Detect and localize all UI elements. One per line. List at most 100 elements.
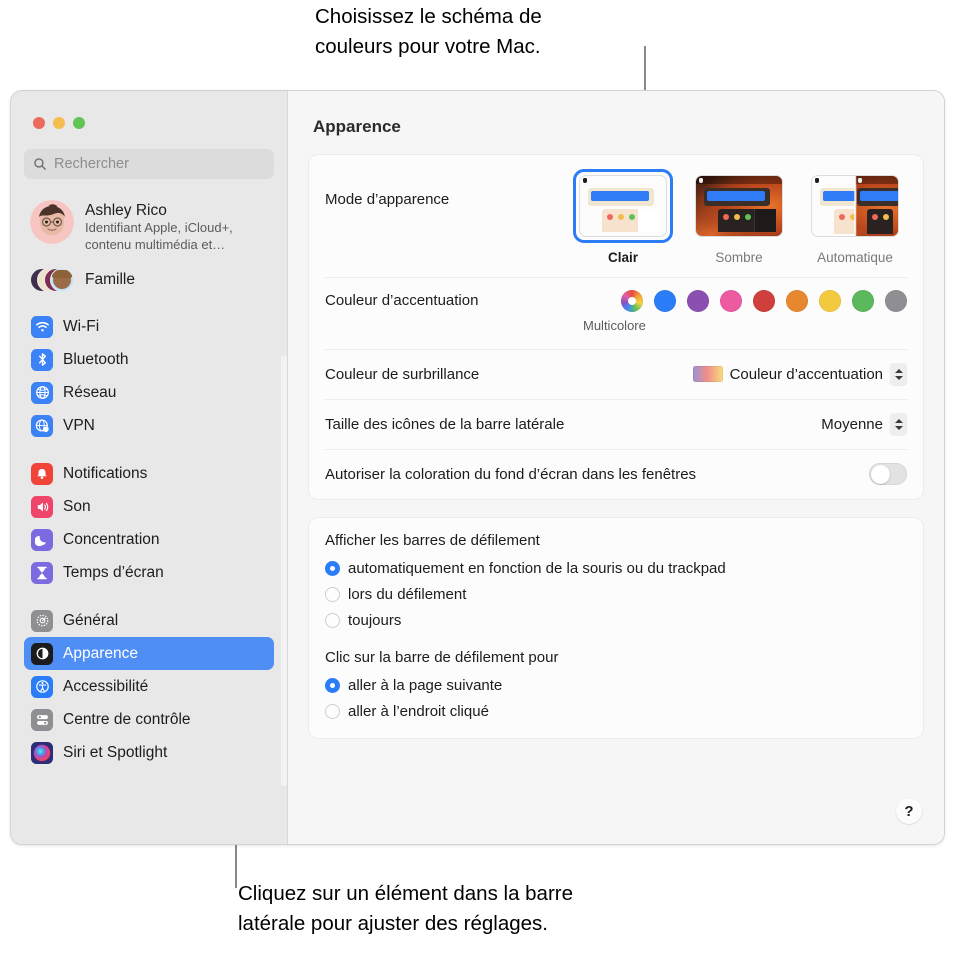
sidebar: Ashley Rico Identifiant Apple, iCloud+, … [11,91,288,844]
sidebar-item-focus[interactable]: Concentration [24,523,274,556]
light-thumb-frame [573,169,673,243]
show-scrollbars-option-always[interactable]: toujours [325,607,907,633]
sidebar-group-system: Notifications Son Concentration Temps d’… [11,457,287,589]
sidebar-icon-size-popup[interactable]: Moyenne [821,413,907,435]
highlight-color-popup[interactable]: Couleur d’accentuation [692,363,907,385]
sidebar-item-siri-spotlight[interactable]: Siri et Spotlight [24,736,274,769]
radio-label: aller à la page suivante [348,676,503,694]
sidebar-item-vpn[interactable]: VPN [24,409,274,442]
account-row[interactable]: Ashley Rico Identifiant Apple, iCloud+, … [24,196,274,257]
screenshot-root: Choisissez le schéma de couleurs pour vo… [0,0,955,955]
dark-thumb-frame [689,169,789,243]
accent-color-swatches [621,289,907,312]
sidebar-item-control-center[interactable]: Centre de contrôle [24,703,274,736]
highlight-color-label: Couleur de surbrillance [325,365,480,383]
click-scrollbar-title: Clic sur la barre de défilement pour [325,649,559,666]
accent-swatch-graphite[interactable] [885,290,907,312]
sidebar-item-label: Bluetooth [63,350,129,368]
sidebar-item-general[interactable]: Général [24,604,274,637]
sidebar-item-notifications[interactable]: Notifications [24,457,274,490]
appearance-mode-label-dark: Sombre [715,250,763,265]
bluetooth-icon [31,348,53,371]
account-name: Ashley Rico [85,202,167,219]
sidebar-item-label: Notifications [63,464,148,482]
accent-color-row: Couleur d’accentuation Multicolore [309,277,923,349]
sidebar-item-label: Son [63,497,91,515]
accent-swatch-rose[interactable] [720,290,742,312]
auto-thumbnail [811,175,899,237]
sidebar-item-label: Siri et Spotlight [63,743,168,761]
sidebar-item-bluetooth[interactable]: Bluetooth [24,343,274,376]
radio-icon [325,612,340,628]
radio-icon [325,703,340,719]
appearance-mode-label-light: Clair [607,250,638,265]
main-content: Apparence Mode d’apparence Clair Sombre … [288,91,944,844]
sidebar-item-wifi[interactable]: Wi-Fi [24,310,274,343]
accent-swatch-multicolore[interactable] [621,290,643,312]
minimize-button[interactable] [53,117,65,129]
appearance-icon [31,642,53,665]
wifi-icon [31,315,53,338]
wallpaper-tinting-toggle[interactable] [869,463,907,485]
sidebar-group-divider-2 [11,589,287,604]
account-subtitle: Identifiant Apple, iCloud+, contenu mult… [85,220,233,252]
appearance-mode-light[interactable]: Clair [571,169,675,265]
appearance-mode-label: Mode d’apparence [325,191,450,208]
gear-icon [31,609,53,632]
show-scrollbars-title: Afficher les barres de défilement [325,532,540,549]
highlight-color-row: Couleur de surbrillance Couleur d’accent… [309,349,923,399]
maximize-button[interactable] [73,117,85,129]
auto-thumb-frame [805,169,905,243]
sidebar-item-label: Accessibilité [63,677,149,695]
accent-swatch-rouge[interactable] [753,290,775,312]
highlight-color-chip [692,366,723,382]
accent-swatch-violet[interactable] [687,290,709,312]
sidebar-item-label: Apparence [63,644,138,662]
appearance-mode-options: Clair Sombre Automatique [571,169,907,265]
sidebar-item-accessibility[interactable]: Accessibilité [24,670,274,703]
siri-icon [31,741,53,764]
accent-color-caption: Multicolore [583,318,646,333]
search-field[interactable] [24,149,274,179]
sidebar-nav: Wi-Fi Bluetooth Réseau VPN Notifications… [11,310,287,769]
wallpaper-tinting-label: Autoriser la coloration du fond d’écran … [325,465,697,483]
sidebar-item-screen-time[interactable]: Temps d’écran [24,556,274,589]
click-scrollbar-option-spot-clicked[interactable]: aller à l’endroit cliqué [325,698,907,724]
sidebar-item-appearance[interactable]: Apparence [24,637,274,670]
accent-color-label: Couleur d’accentuation [325,292,479,309]
appearance-mode-auto[interactable]: Automatique [803,169,907,265]
sidebar-item-label: Centre de contrôle [63,710,191,728]
account-text: Ashley Rico Identifiant Apple, iCloud+, … [85,200,233,253]
light-thumbnail [579,175,667,237]
avatar [30,200,74,244]
sidebar-item-sound[interactable]: Son [24,490,274,523]
wallpaper-tinting-row: Autoriser la coloration du fond d’écran … [309,449,923,499]
callout-sidebar: Cliquez sur un élément dans la barre lat… [238,882,574,935]
help-button[interactable]: ? [896,798,922,824]
accent-swatch-jaune[interactable] [819,290,841,312]
appearance-mode-dark[interactable]: Sombre [687,169,791,265]
sidebar-item-network[interactable]: Réseau [24,376,274,409]
accent-swatch-orange[interactable] [786,290,808,312]
show-scrollbars-option-auto[interactable]: automatiquement en fonction de la souris… [325,555,907,581]
close-button[interactable] [33,117,45,129]
radio-group-separator [325,633,907,649]
globe-icon [31,381,53,404]
sidebar-icon-size-label: Taille des icônes de la barre latérale [325,415,565,433]
family-avatars [30,266,74,294]
family-row[interactable]: Famille [24,263,274,297]
accent-swatch-vert[interactable] [852,290,874,312]
vpn-globe-icon [31,414,53,437]
show-scrollbars-option-scrolling[interactable]: lors du défilement [325,581,907,607]
accent-swatch-bleu[interactable] [654,290,676,312]
chevron-updown-icon [890,363,907,385]
click-scrollbar-option-next-page[interactable]: aller à la page suivante [325,672,907,698]
sidebar-group-network: Wi-Fi Bluetooth Réseau VPN [11,310,287,442]
sidebar-group-personal: Général Apparence Accessibilité Centre d… [11,604,287,769]
sidebar-icon-size-row: Taille des icônes de la barre latérale M… [309,399,923,449]
search-input[interactable] [54,156,265,172]
page-title: Apparence [313,117,401,136]
sidebar-item-label: Général [63,611,119,629]
sidebar-scrollbar[interactable] [281,356,287,786]
hourglass-icon [31,561,53,584]
